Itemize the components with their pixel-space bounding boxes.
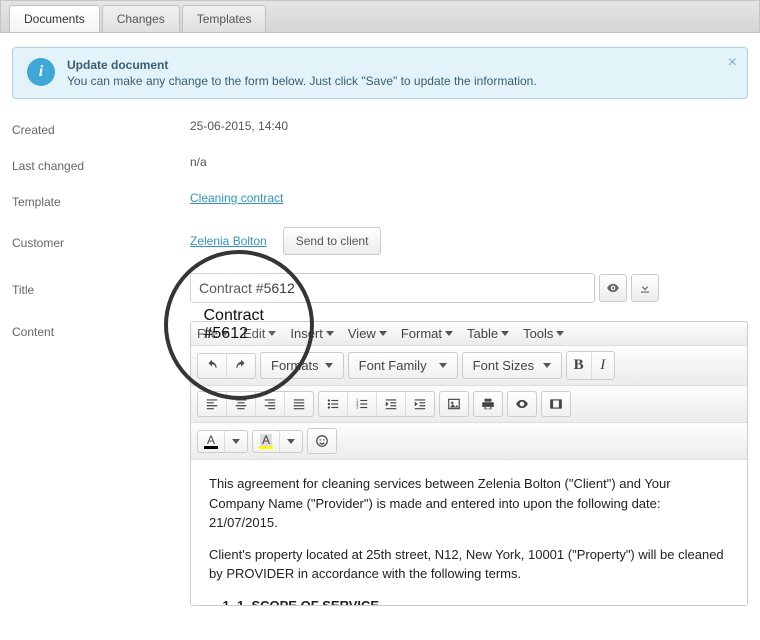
info-text: You can make any change to the form belo… — [67, 74, 537, 88]
menu-insert[interactable]: Insert — [290, 326, 334, 341]
align-center-icon — [234, 397, 248, 411]
tab-templates[interactable]: Templates — [182, 5, 267, 32]
undo-icon — [205, 359, 219, 373]
menu-format[interactable]: Format — [401, 326, 453, 341]
content-list-item: 1. SCOPE OF SERVICE — [237, 596, 729, 606]
bg-color-caret[interactable] — [280, 431, 302, 452]
eye-icon — [606, 281, 620, 295]
text-color-button[interactable]: A — [198, 431, 225, 452]
download-button[interactable] — [631, 274, 659, 302]
bold-button[interactable]: B — [567, 352, 592, 379]
image-icon — [447, 397, 461, 411]
tab-documents[interactable]: Documents — [9, 5, 100, 32]
emoji-button[interactable] — [308, 429, 336, 453]
redo-button[interactable] — [227, 354, 255, 378]
label-customer: Customer — [12, 232, 190, 250]
menu-edit[interactable]: Edit — [243, 326, 276, 341]
editor-toolbar-1: Formats Font Family Font Sizes B I — [191, 346, 747, 386]
menu-file[interactable]: File — [197, 326, 229, 341]
indent-button[interactable] — [406, 392, 434, 416]
send-to-client-button[interactable]: Send to client — [283, 227, 382, 255]
editor-toolbar-3: A A — [191, 423, 747, 460]
redo-icon — [234, 359, 248, 373]
align-justify-button[interactable] — [285, 392, 313, 416]
label-last-changed: Last changed — [12, 155, 190, 173]
numbered-list-icon: 123 — [355, 397, 369, 411]
value-created: 25-06-2015, 14:40 — [190, 119, 748, 133]
numbered-list-button[interactable]: 123 — [348, 392, 377, 416]
menu-table[interactable]: Table — [467, 326, 509, 341]
info-title: Update document — [67, 58, 537, 72]
bullet-list-button[interactable] — [319, 392, 348, 416]
eye-icon — [515, 397, 529, 411]
menu-tools[interactable]: Tools — [523, 326, 564, 341]
font-sizes-dropdown[interactable]: Font Sizes — [462, 352, 562, 379]
bullet-list-icon — [326, 397, 340, 411]
align-left-button[interactable] — [198, 392, 227, 416]
italic-button[interactable]: I — [592, 352, 614, 379]
title-input[interactable] — [190, 273, 595, 303]
print-icon — [481, 397, 495, 411]
indent-icon — [413, 397, 427, 411]
info-banner: i Update document You can make any chang… — [12, 47, 748, 99]
outdent-button[interactable] — [377, 392, 406, 416]
insert-image-button[interactable] — [440, 392, 468, 416]
rich-text-editor: File Edit Insert View Format Table Tools — [190, 321, 748, 606]
label-template: Template — [12, 191, 190, 209]
info-icon: i — [27, 58, 55, 86]
download-icon — [638, 281, 652, 295]
content-paragraph: Client's property located at 25th street… — [209, 545, 729, 584]
font-family-dropdown[interactable]: Font Family — [348, 352, 458, 379]
formats-dropdown[interactable]: Formats — [260, 352, 344, 379]
svg-text:3: 3 — [356, 405, 359, 410]
editor-toolbar-2: 123 — [191, 386, 747, 423]
editor-content[interactable]: This agreement for cleaning services bet… — [191, 460, 747, 605]
emoji-icon — [315, 434, 329, 448]
editor-preview-button[interactable] — [508, 392, 536, 416]
close-icon[interactable]: × — [728, 54, 737, 72]
label-content: Content — [12, 321, 190, 339]
text-color-caret[interactable] — [225, 431, 247, 452]
align-center-button[interactable] — [227, 392, 256, 416]
content-paragraph: This agreement for cleaning services bet… — [209, 474, 729, 533]
customer-link[interactable]: Zelenia Bolton — [190, 234, 267, 248]
editor-menubar: File Edit Insert View Format Table Tools — [191, 322, 747, 346]
value-last-changed: n/a — [190, 155, 748, 169]
tab-changes[interactable]: Changes — [102, 5, 180, 32]
menu-view[interactable]: View — [348, 326, 387, 341]
outdent-icon — [384, 397, 398, 411]
align-right-icon — [263, 397, 277, 411]
print-button[interactable] — [474, 392, 502, 416]
insert-media-button[interactable] — [542, 392, 570, 416]
label-created: Created — [12, 119, 190, 137]
align-right-button[interactable] — [256, 392, 285, 416]
tab-bar: Documents Changes Templates — [0, 0, 760, 33]
media-icon — [549, 397, 563, 411]
align-left-icon — [205, 397, 219, 411]
preview-button[interactable] — [599, 274, 627, 302]
bg-color-button[interactable]: A — [253, 431, 280, 452]
undo-button[interactable] — [198, 354, 227, 378]
align-justify-icon — [292, 397, 306, 411]
template-link[interactable]: Cleaning contract — [190, 191, 283, 205]
label-title: Title — [12, 279, 190, 297]
